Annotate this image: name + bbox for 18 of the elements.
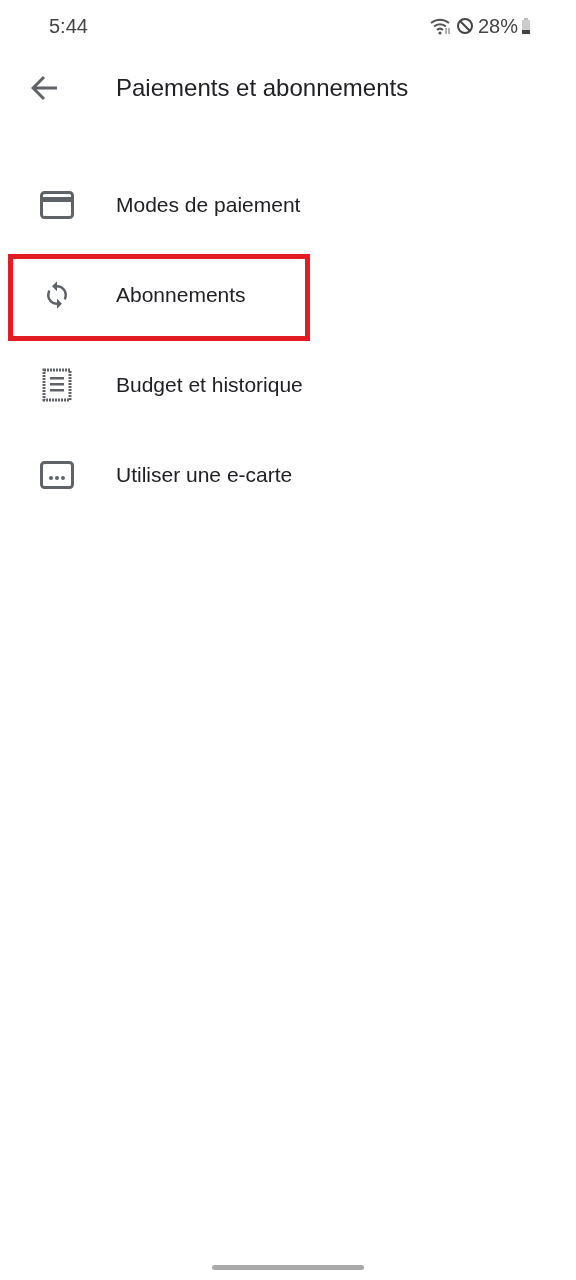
page-title: Paiements et abonnements — [116, 74, 409, 102]
wifi-icon — [429, 17, 452, 35]
menu-item[interactable]: Utiliser une e-carte — [0, 430, 576, 520]
menu-item-label: Abonnements — [116, 283, 246, 307]
menu-item-label: Modes de paiement — [116, 193, 301, 217]
menu-item-label: Budget et historique — [116, 373, 303, 397]
credit-card-icon — [40, 191, 74, 219]
do-not-disturb-icon — [455, 17, 474, 35]
menu-item-label: Utiliser une e-carte — [116, 463, 293, 487]
status-time: 5:44 — [49, 14, 88, 38]
back-arrow-icon — [31, 75, 59, 101]
receipt-icon — [42, 368, 72, 402]
card-dots-icon — [40, 461, 74, 489]
menu-item[interactable]: Abonnements — [0, 250, 576, 340]
battery-percent: 28% — [477, 14, 518, 38]
menu-item[interactable]: Modes de paiement — [0, 160, 576, 250]
menu-item[interactable]: Budget et historique — [0, 340, 576, 430]
battery-icon — [522, 18, 530, 34]
